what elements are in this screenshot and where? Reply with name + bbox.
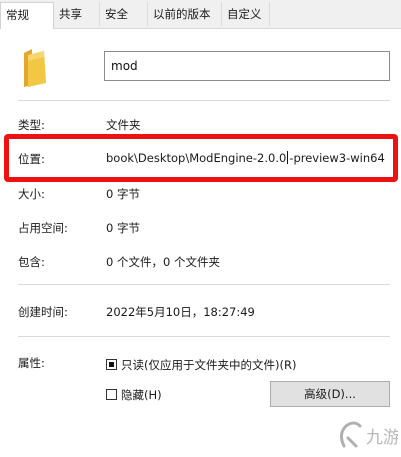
- tab-customize[interactable]: 自定义: [222, 2, 270, 26]
- readonly-checkbox[interactable]: [106, 359, 117, 370]
- hidden-checkbox[interactable]: [106, 389, 117, 400]
- type-value: 文件夹: [106, 118, 141, 132]
- watermark-logo: 九游: [339, 421, 398, 448]
- created-label: 创建时间:: [18, 305, 68, 319]
- type-label: 类型:: [18, 118, 45, 132]
- folder-icon: [24, 49, 46, 87]
- hidden-label: 隐藏(H): [121, 388, 162, 402]
- tab-previous-versions[interactable]: 以前的版本: [148, 2, 222, 26]
- size-label: 大小:: [18, 187, 45, 201]
- red-highlight-box: [4, 134, 398, 182]
- readonly-label: 只读(仅应用于文件夹中的文件)(R): [121, 358, 297, 372]
- disk-size-label: 占用空间:: [18, 221, 68, 235]
- advanced-button[interactable]: 高级(D)...: [270, 381, 390, 407]
- tab-general[interactable]: 常规: [0, 2, 54, 29]
- size-value: 0 字节: [106, 187, 140, 201]
- attributes-label: 属性:: [18, 356, 45, 370]
- divider: [18, 100, 390, 101]
- tab-bar: 常规 共享 安全 以前的版本 自定义: [0, 0, 401, 29]
- divider: [18, 336, 390, 337]
- disk-size-value: 0 字节: [106, 221, 140, 235]
- created-value: 2022年5月10日，18:27:49: [106, 305, 255, 319]
- contains-value: 0 个文件，0 个文件夹: [106, 255, 220, 269]
- tab-sharing[interactable]: 共享: [54, 2, 100, 26]
- tab-security[interactable]: 安全: [100, 2, 148, 26]
- divider: [18, 284, 390, 285]
- folder-name-input[interactable]: [104, 51, 390, 81]
- contains-label: 包含:: [18, 255, 45, 269]
- svg-text:九游: 九游: [366, 428, 398, 448]
